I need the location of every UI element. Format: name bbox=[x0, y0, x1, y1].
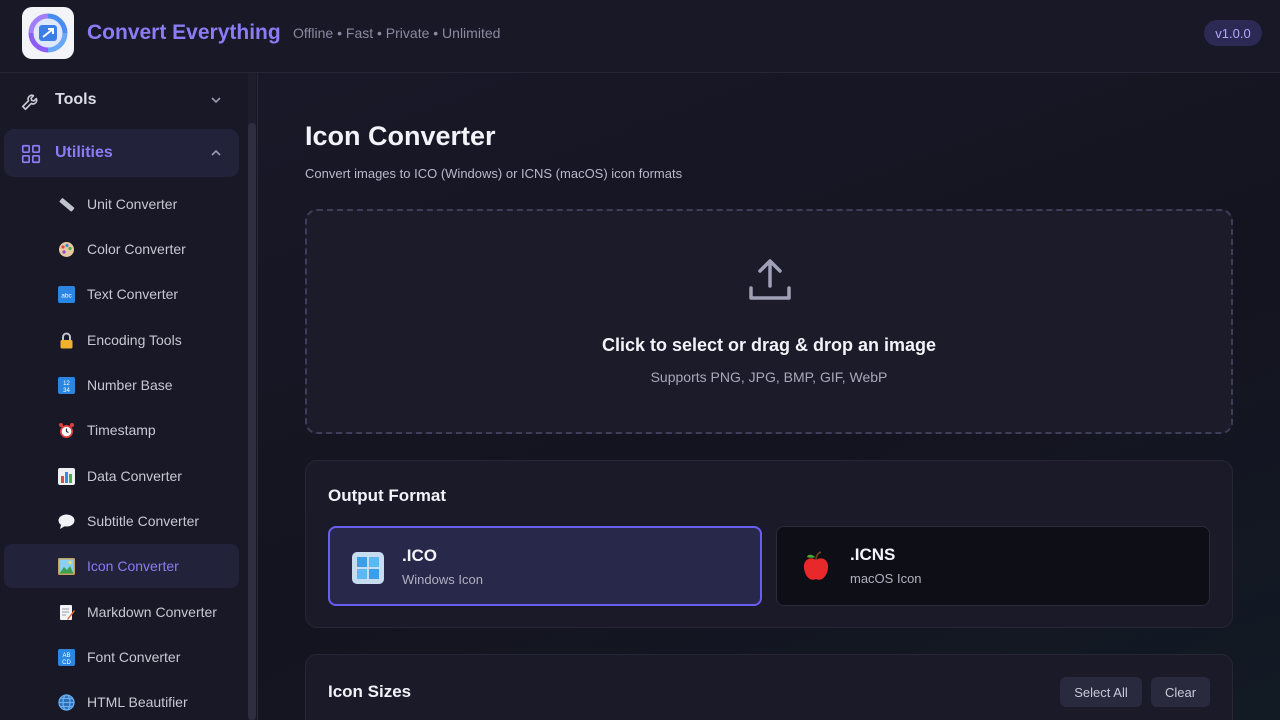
app-header: Convert Everything Offline • Fast • Priv… bbox=[0, 0, 1280, 73]
sidebar-item-label: Color Converter bbox=[87, 241, 186, 257]
sidebar-item-number-base[interactable]: 12 34 Number Base bbox=[4, 363, 239, 407]
format-option-ico[interactable]: .ICO Windows Icon bbox=[328, 526, 762, 606]
sidebar-item-font-converter[interactable]: AB CD Font Converter bbox=[4, 635, 239, 679]
sidebar-group-tools[interactable]: Tools bbox=[4, 76, 239, 124]
sidebar-item-text-converter[interactable]: abc Text Converter bbox=[4, 272, 239, 316]
image-dropzone[interactable]: Click to select or drag & drop an image … bbox=[305, 209, 1233, 434]
sidebar-item-icon-converter[interactable]: Icon Converter bbox=[4, 544, 239, 588]
sidebar-group-label: Utilities bbox=[55, 144, 113, 161]
apple-icon bbox=[803, 551, 829, 580]
sidebar-item-label: Markdown Converter bbox=[87, 604, 217, 620]
dropzone-title: Click to select or drag & drop an image bbox=[601, 335, 937, 355]
dropzone-subtitle: Supports PNG, JPG, BMP, GIF, WebP bbox=[650, 369, 888, 385]
page-title: Icon Converter bbox=[305, 121, 496, 151]
sidebar-group-label: Tools bbox=[55, 91, 97, 108]
upload-icon bbox=[749, 259, 791, 300]
alarm-clock-icon bbox=[58, 422, 75, 439]
select-all-button[interactable]: Select All bbox=[1060, 677, 1142, 707]
sidebar-item-subtitle-converter[interactable]: Subtitle Converter bbox=[4, 499, 239, 543]
lock-icon bbox=[58, 332, 75, 349]
sidebar: Tools Utilities Unit Converter Color Con… bbox=[0, 73, 258, 720]
sidebar-item-label: Encoding Tools bbox=[87, 332, 182, 348]
sidebar-item-label: Font Converter bbox=[87, 649, 181, 665]
bar-chart-icon bbox=[58, 468, 75, 485]
numbers-icon: 12 34 bbox=[58, 377, 75, 394]
format-option-desc: macOS Icon bbox=[850, 571, 922, 586]
sidebar-item-label: Number Base bbox=[87, 377, 173, 393]
globe-icon bbox=[58, 694, 75, 711]
output-format-title: Output Format bbox=[328, 486, 447, 505]
sidebar-item-unit-converter[interactable]: Unit Converter bbox=[4, 182, 239, 226]
sidebar-item-label: Data Converter bbox=[87, 468, 182, 484]
sidebar-group-utilities[interactable]: Utilities bbox=[4, 129, 239, 177]
chevron-down-icon bbox=[211, 97, 221, 104]
main-content: Icon Converter Convert images to ICO (Wi… bbox=[258, 73, 1280, 720]
sidebar-item-html-beautifier[interactable]: HTML Beautifier bbox=[4, 680, 239, 720]
app-logo[interactable] bbox=[22, 7, 74, 59]
version-badge: v1.0.0 bbox=[1204, 20, 1262, 46]
format-option-desc: Windows Icon bbox=[402, 572, 483, 587]
app-tagline: Offline • Fast • Private • Unlimited bbox=[293, 25, 501, 41]
format-option-name: .ICNS bbox=[850, 545, 896, 564]
sidebar-item-data-converter[interactable]: Data Converter bbox=[4, 454, 239, 498]
picture-icon bbox=[58, 558, 75, 575]
wrench-icon bbox=[21, 94, 38, 111]
svg-text:abc: abc bbox=[61, 293, 72, 300]
logo-icon bbox=[28, 13, 68, 53]
grid-icon bbox=[21, 144, 41, 164]
sidebar-item-label: HTML Beautifier bbox=[87, 694, 188, 710]
palette-icon bbox=[58, 241, 75, 258]
ruler-icon bbox=[58, 196, 75, 213]
windows-icon bbox=[352, 552, 384, 584]
sidebar-item-label: Icon Converter bbox=[87, 558, 179, 574]
page-subtitle: Convert images to ICO (Windows) or ICNS … bbox=[305, 166, 683, 181]
svg-text:AB: AB bbox=[62, 653, 70, 659]
chevron-up-icon bbox=[211, 149, 221, 156]
sidebar-item-timestamp[interactable]: Timestamp bbox=[4, 408, 239, 452]
output-format-card: Output Format .ICO Windows Icon .ICNS ma… bbox=[305, 460, 1233, 628]
sidebar-scrollbar-thumb[interactable] bbox=[248, 123, 256, 720]
sidebar-item-label: Text Converter bbox=[87, 286, 179, 302]
sidebar-item-encoding-tools[interactable]: Encoding Tools bbox=[4, 318, 239, 362]
memo-icon bbox=[58, 604, 75, 621]
sidebar-item-label: Subtitle Converter bbox=[87, 513, 200, 529]
speech-bubble-icon bbox=[58, 513, 75, 530]
format-option-name: .ICO bbox=[402, 546, 437, 565]
format-option-icns[interactable]: .ICNS macOS Icon bbox=[776, 526, 1210, 606]
abc-icon: abc bbox=[58, 286, 75, 303]
svg-text:CD: CD bbox=[62, 660, 71, 666]
abcd-icon: AB CD bbox=[58, 649, 75, 666]
icon-sizes-title: Icon Sizes bbox=[328, 682, 412, 701]
sidebar-item-color-converter[interactable]: Color Converter bbox=[4, 227, 239, 271]
sidebar-item-label: Timestamp bbox=[87, 422, 156, 438]
clear-button[interactable]: Clear bbox=[1151, 677, 1210, 707]
svg-text:12: 12 bbox=[63, 381, 70, 387]
svg-text:34: 34 bbox=[63, 388, 70, 394]
icon-sizes-card: Icon Sizes Select All Clear bbox=[305, 654, 1233, 720]
sidebar-item-label: Unit Converter bbox=[87, 196, 178, 212]
sidebar-item-markdown-converter[interactable]: Markdown Converter bbox=[4, 590, 239, 634]
app-title: Convert Everything bbox=[87, 21, 281, 44]
